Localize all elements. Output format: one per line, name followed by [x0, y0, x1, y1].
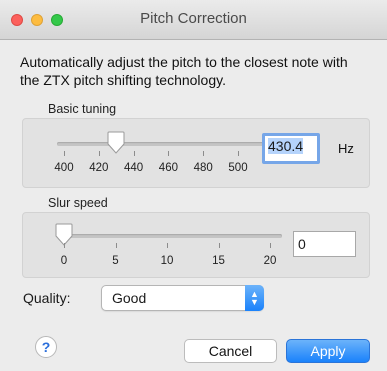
quality-popup-button[interactable]: Good ▲ ▼	[101, 285, 264, 311]
quality-selected-value: Good	[112, 290, 147, 306]
basic-tuning-tick-label: 420	[89, 162, 109, 174]
slur-speed-tick-label: 20	[263, 255, 277, 267]
title-bar[interactable]: Pitch Correction	[0, 0, 387, 40]
basic-tuning-value: 430.4	[268, 138, 304, 154]
slur-speed-tick-mark	[270, 243, 271, 248]
slur-speed-value: 0	[298, 236, 306, 252]
slur-speed-tick-label: 10	[160, 255, 174, 267]
basic-tuning-group: 430.4 Hz 400 420 440 460 480 500	[22, 118, 370, 188]
slur-speed-tick-label: 15	[212, 255, 225, 267]
window-title: Pitch Correction	[140, 10, 247, 27]
basic-tuning-tick-label: 500	[228, 162, 248, 174]
apply-button[interactable]: Apply	[286, 339, 370, 363]
basic-tuning-tick-mark	[238, 151, 239, 156]
slur-speed-tick-label: 0	[60, 255, 68, 267]
basic-tuning-tick-label: 480	[193, 162, 213, 174]
basic-tuning-slider-knob[interactable]	[105, 131, 127, 155]
slur-speed-value-field[interactable]: 0	[293, 231, 356, 257]
slur-speed-tick-mark	[167, 243, 168, 248]
slur-speed-tick-mark	[218, 243, 220, 248]
slur-speed-group: 0 0 5 10 15 20	[22, 212, 370, 278]
cancel-button[interactable]: Cancel	[184, 339, 277, 363]
slur-speed-tick-mark	[115, 243, 117, 248]
slur-speed-label: Slur speed	[48, 196, 108, 210]
basic-tuning-tick-mark	[168, 151, 170, 156]
basic-tuning-value-field[interactable]: 430.4	[262, 133, 320, 164]
basic-tuning-tick-mark	[203, 151, 205, 156]
quality-label: Quality:	[23, 290, 71, 306]
basic-tuning-tick-mark	[64, 151, 65, 156]
slur-speed-slider-track[interactable]	[62, 234, 282, 238]
up-down-chevron-icon: ▲ ▼	[245, 285, 264, 311]
description-text: Automatically adjust the pitch to the cl…	[20, 54, 348, 88]
basic-tuning-tick-label: 440	[124, 162, 144, 174]
help-button[interactable]: ?	[35, 336, 57, 358]
pitch-correction-dialog: Pitch Correction Automatically adjust th…	[0, 0, 387, 371]
basic-tuning-tick-mark	[133, 151, 135, 156]
basic-tuning-tick-mark	[98, 151, 100, 156]
basic-tuning-tick-label: 400	[54, 162, 74, 174]
basic-tuning-tick-label: 460	[158, 162, 178, 174]
slur-speed-tick-label: 5	[112, 255, 119, 267]
slur-speed-tick-mark	[64, 243, 65, 248]
basic-tuning-slider-track[interactable]	[57, 142, 277, 146]
basic-tuning-unit: Hz	[338, 141, 354, 156]
basic-tuning-label: Basic tuning	[48, 102, 117, 116]
